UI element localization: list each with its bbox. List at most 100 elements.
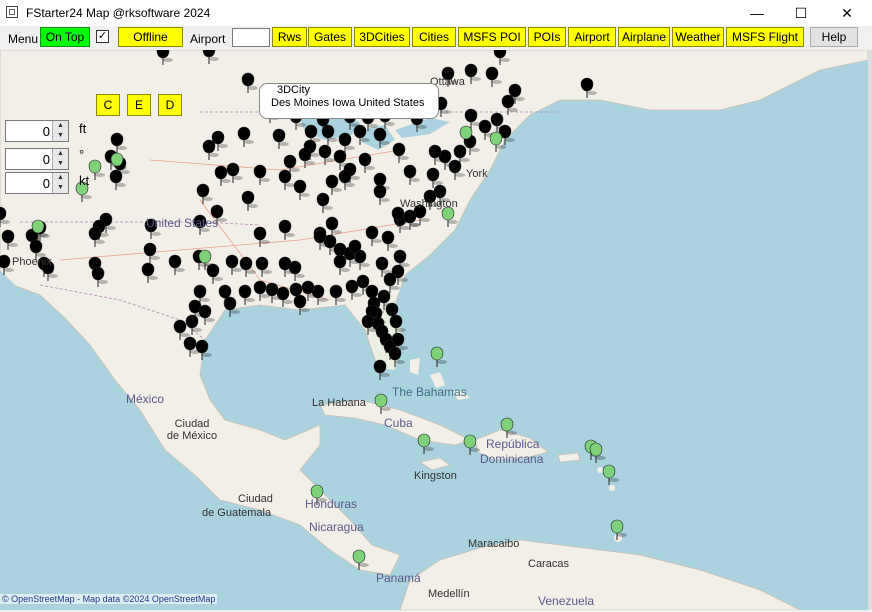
black-pin-icon[interactable] (453, 144, 467, 159)
black-pin-icon[interactable] (218, 284, 232, 299)
black-pin-icon[interactable] (325, 174, 339, 189)
green-pin-icon[interactable] (31, 219, 45, 234)
speed-spinner[interactable]: 0 ▲ ▼ (5, 172, 69, 194)
black-pin-icon[interactable] (373, 359, 387, 374)
black-pin-icon[interactable] (373, 127, 387, 142)
black-pin-icon[interactable] (255, 256, 269, 271)
black-pin-icon[interactable] (253, 164, 267, 179)
spinner-up-icon[interactable]: ▲ (52, 173, 68, 183)
black-pin-icon[interactable] (88, 226, 102, 241)
black-pin-icon[interactable] (385, 302, 399, 317)
black-pin-icon[interactable] (293, 179, 307, 194)
black-pin-icon[interactable] (241, 190, 255, 205)
black-pin-icon[interactable] (304, 124, 318, 139)
airport-button[interactable]: Airport (568, 27, 616, 47)
black-pin-icon[interactable] (393, 249, 407, 264)
black-pin-icon[interactable] (202, 139, 216, 154)
black-pin-icon[interactable] (239, 256, 253, 271)
cities-button[interactable]: Cities (412, 27, 456, 47)
black-pin-icon[interactable] (356, 274, 370, 289)
black-pin-icon[interactable] (168, 254, 182, 269)
3dcities-button[interactable]: 3DCities (354, 27, 410, 47)
spinner-up-icon[interactable]: ▲ (52, 149, 68, 159)
black-pin-icon[interactable] (198, 304, 212, 319)
airplane-button[interactable]: Airplane (618, 27, 670, 47)
heading-spinner[interactable]: 0 ▲ ▼ (5, 148, 69, 170)
on-top-checkbox[interactable]: ✓ (96, 30, 109, 43)
spinner-down-icon[interactable]: ▼ (52, 159, 68, 169)
gates-button[interactable]: Gates (308, 27, 352, 47)
black-pin-icon[interactable] (238, 284, 252, 299)
black-pin-icon[interactable] (253, 226, 267, 241)
black-pin-icon[interactable] (478, 119, 492, 134)
black-pin-icon[interactable] (377, 289, 391, 304)
black-pin-icon[interactable] (143, 242, 157, 257)
black-pin-icon[interactable] (193, 284, 207, 299)
black-pin-icon[interactable] (464, 108, 478, 123)
black-pin-icon[interactable] (365, 225, 379, 240)
msfs-poi-button[interactable]: MSFS POI (458, 27, 526, 47)
black-pin-icon[interactable] (325, 216, 339, 231)
black-pin-icon[interactable] (321, 124, 335, 139)
maximize-button[interactable]: ☐ (778, 0, 824, 26)
help-button[interactable]: Help (810, 27, 858, 47)
black-pin-icon[interactable] (383, 272, 397, 287)
black-pin-icon[interactable] (183, 336, 197, 351)
black-pin-icon[interactable] (293, 294, 307, 309)
map-attribution[interactable]: © OpenStreetMap - Map data ©2024 OpenStr… (0, 594, 218, 604)
offline-button[interactable]: Offline (118, 27, 183, 47)
msfs-flight-button[interactable]: MSFS Flight (726, 27, 804, 47)
black-pin-icon[interactable] (373, 172, 387, 187)
green-pin-icon[interactable] (374, 393, 388, 408)
c-button[interactable]: C (96, 94, 120, 116)
green-pin-icon[interactable] (417, 433, 431, 448)
black-pin-icon[interactable] (283, 154, 297, 169)
black-pin-icon[interactable] (278, 219, 292, 234)
map-scrollbar[interactable] (868, 50, 872, 610)
black-pin-icon[interactable] (365, 284, 379, 299)
black-pin-icon[interactable] (333, 254, 347, 269)
green-pin-icon[interactable] (589, 442, 603, 457)
black-pin-icon[interactable] (485, 66, 499, 81)
minimize-button[interactable]: — (734, 0, 780, 26)
black-pin-icon[interactable] (353, 124, 367, 139)
black-pin-icon[interactable] (109, 169, 123, 184)
rws-button[interactable]: Rws (272, 27, 307, 47)
black-pin-icon[interactable] (278, 169, 292, 184)
green-pin-icon[interactable] (430, 346, 444, 361)
black-pin-icon[interactable] (448, 159, 462, 174)
black-pin-icon[interactable] (214, 165, 228, 180)
black-pin-icon[interactable] (329, 284, 343, 299)
black-pin-icon[interactable] (185, 314, 199, 329)
green-pin-icon[interactable] (459, 125, 473, 140)
black-pin-icon[interactable] (318, 144, 332, 159)
black-pin-icon[interactable] (392, 142, 406, 157)
green-pin-icon[interactable] (352, 549, 366, 564)
menu-label[interactable]: Menu (8, 32, 38, 46)
black-pin-icon[interactable] (272, 128, 286, 143)
black-pin-icon[interactable] (141, 262, 155, 277)
airport-input[interactable] (232, 28, 270, 47)
black-pin-icon[interactable] (253, 280, 267, 295)
black-pin-icon[interactable] (426, 167, 440, 182)
black-pin-icon[interactable] (338, 169, 352, 184)
black-pin-icon[interactable] (428, 144, 442, 159)
green-pin-icon[interactable] (463, 434, 477, 449)
green-pin-icon[interactable] (489, 131, 503, 146)
spinner-down-icon[interactable]: ▼ (52, 183, 68, 193)
black-pin-icon[interactable] (226, 162, 240, 177)
green-pin-icon[interactable] (88, 159, 102, 174)
black-pin-icon[interactable] (316, 192, 330, 207)
black-pin-icon[interactable] (0, 254, 11, 269)
black-pin-icon[interactable] (381, 230, 395, 245)
black-pin-icon[interactable] (389, 314, 403, 329)
close-button[interactable]: ✕ (824, 0, 870, 26)
black-pin-icon[interactable] (289, 282, 303, 297)
e-button[interactable]: E (127, 94, 151, 116)
black-pin-icon[interactable] (391, 332, 405, 347)
black-pin-icon[interactable] (345, 279, 359, 294)
black-pin-icon[interactable] (29, 239, 43, 254)
black-pin-icon[interactable] (298, 147, 312, 162)
green-pin-icon[interactable] (110, 152, 124, 167)
black-pin-icon[interactable] (375, 256, 389, 271)
